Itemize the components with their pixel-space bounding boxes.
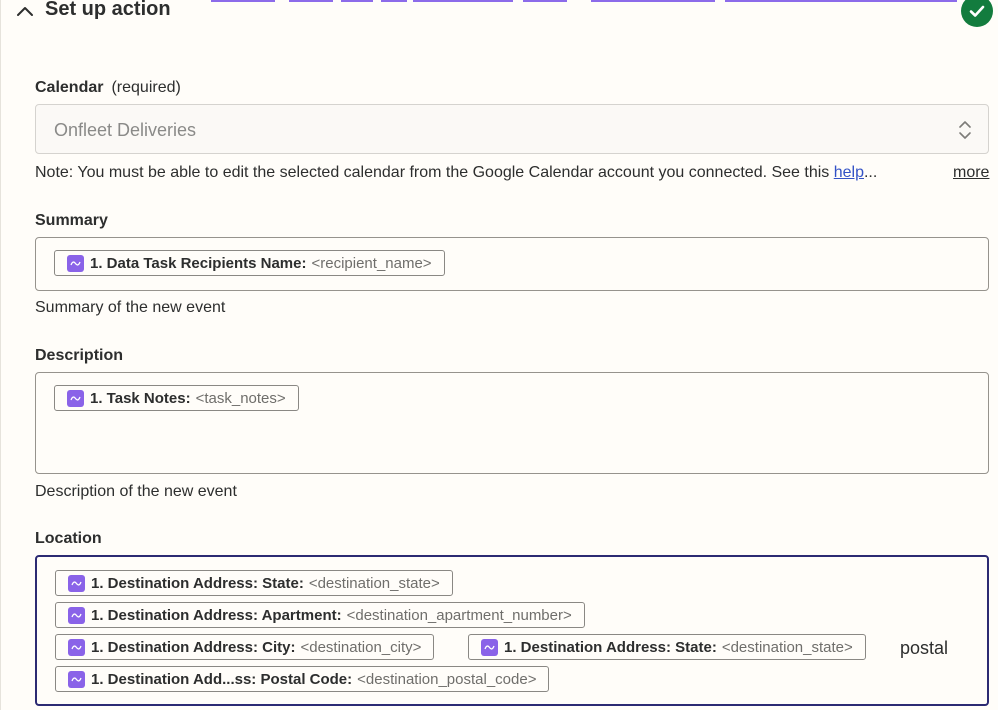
data-pill[interactable]: 1. Destination Address: City: <destinati… [55,634,435,660]
description-label: Description [35,347,124,364]
pill-token: <destination_state> [721,638,853,656]
pill-token: <task_notes> [195,389,286,407]
more-link[interactable]: more [953,164,989,182]
calendar-select[interactable]: Onfleet Deliveries [35,104,989,154]
step-progress-bar [341,0,373,2]
onfleet-app-icon [481,638,498,656]
step-progress-bar [289,0,333,2]
onfleet-app-icon [68,606,85,624]
status-badge [961,0,993,27]
summary-field[interactable]: 1. Data Task Recipients Name: <recipient… [35,237,989,291]
step-progress-bar [381,0,407,2]
step-progress-bar [725,0,957,2]
location-typed-text: postal [900,638,949,658]
data-pill[interactable]: 1. Destination Address: State: <destinat… [468,634,866,660]
calendar-label-text: Calendar [35,79,104,96]
summary-label: Summary [35,212,108,229]
section-title: Set up action [45,0,171,20]
step-progress-bar [211,0,275,2]
data-pill[interactable]: 1. Data Task Recipients Name: <recipient… [54,250,445,276]
pill-label: 1. Destination Address: Apartment: [91,606,342,624]
help-link[interactable]: help [834,164,864,181]
pill-label: 1. Data Task Recipients Name: [90,254,307,272]
calendar-note: Note: You must be able to edit the selec… [35,164,995,182]
onfleet-app-icon [67,389,84,407]
pill-label: 1. Destination Address: State: [91,574,304,592]
location-field[interactable]: 1. Destination Address: State: <destinat… [35,555,989,706]
required-indicator: (required) [111,79,181,96]
step-progress-bar [523,0,567,2]
data-pill[interactable]: 1. Task Notes: <task_notes> [54,385,299,411]
calendar-note-text: Note: You must be able to edit the selec… [35,164,834,181]
pill-token: <destination_postal_code> [357,670,537,688]
chevron-up-icon[interactable] [15,2,35,22]
description-help-text: Description of the new event [35,483,237,500]
setup-action-panel: Set up action Calendar (required) Onfleet… [0,0,998,710]
step-progress-bar [413,0,513,2]
pill-label: 1. Destination Address: State: [504,638,717,656]
check-icon [969,5,985,17]
pill-token: <destination_city> [300,638,422,656]
pill-token: <destination_state> [308,574,440,592]
onfleet-app-icon [67,254,84,272]
data-pill[interactable]: 1. Destination Address: Apartment: <dest… [55,602,585,628]
description-field[interactable]: 1. Task Notes: <task_notes> [35,372,989,474]
onfleet-app-icon [68,638,85,656]
step-progress-bar [591,0,715,2]
pill-label: 1. Task Notes: [90,389,191,407]
calendar-select-value: Onfleet Deliveries [54,120,197,140]
sort-arrows-icon [959,121,971,139]
note-ellipsis: ... [863,164,878,181]
pill-label: 1. Destination Address: City: [91,638,296,656]
data-pill[interactable]: 1. Destination Add...ss: Postal Code: <d… [55,666,550,692]
calendar-label: Calendar (required) [35,79,181,97]
pill-token: <recipient_name> [311,254,432,272]
section-header[interactable]: Set up action [1,0,998,27]
onfleet-app-icon [68,670,85,688]
summary-help-text: Summary of the new event [35,299,226,316]
data-pill[interactable]: 1. Destination Address: State: <destinat… [55,570,453,596]
onfleet-app-icon [68,574,85,592]
pill-label: 1. Destination Add...ss: Postal Code: [91,670,353,688]
location-label: Location [35,530,102,547]
pill-token: <destination_apartment_number> [346,606,572,624]
